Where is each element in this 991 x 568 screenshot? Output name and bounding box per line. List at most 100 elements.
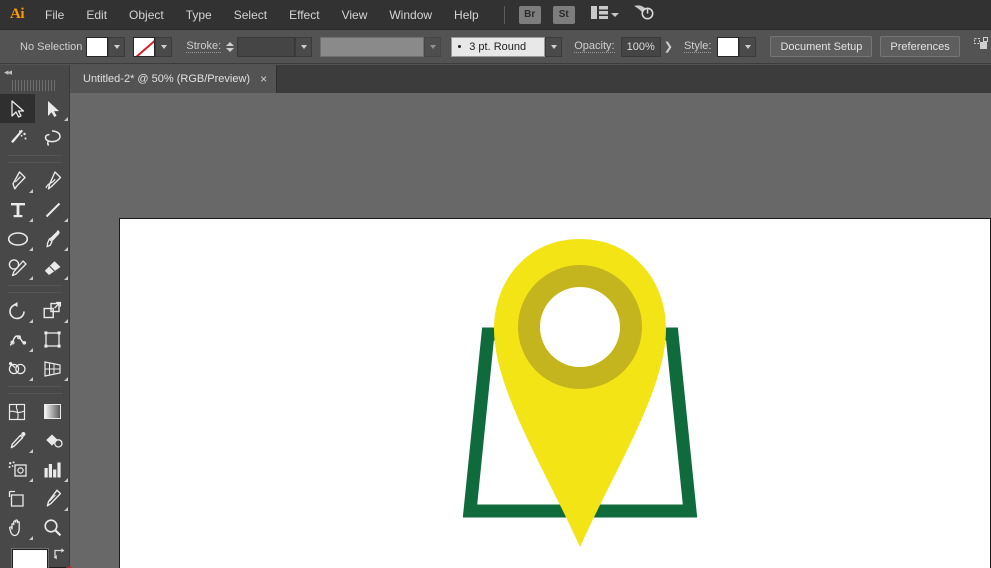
variable-width-profile-dropdown <box>424 36 442 57</box>
arrange-documents-icon <box>590 5 608 24</box>
shaper-tool[interactable] <box>0 253 35 282</box>
ellipse-tool[interactable] <box>0 224 35 253</box>
menu-item-edit[interactable]: Edit <box>75 0 118 30</box>
stroke-weight-label: Stroke: <box>186 40 222 53</box>
align-to-selection-icon <box>973 36 990 57</box>
bridge-button[interactable]: Br <box>518 5 541 24</box>
map-location-pin-illustration[interactable] <box>450 229 710 564</box>
document-tab[interactable]: Untitled-2* @ 50% (RGB/Preview) × <box>70 65 278 93</box>
artboard[interactable] <box>119 218 991 568</box>
brush-definition-field[interactable]: 3 pt. Round <box>451 36 546 57</box>
perspective-grid-tool[interactable] <box>35 354 70 383</box>
type-tool[interactable] <box>0 195 35 224</box>
menu-divider <box>503 5 505 24</box>
double-chevron-left-icon[interactable]: ◂◂ <box>4 67 12 78</box>
tool-flyout-indicator-icon <box>29 189 33 193</box>
eyedropper-tool[interactable] <box>0 426 35 455</box>
curvature-tool[interactable] <box>35 166 70 195</box>
tools-panel: ◂◂ <box>0 65 73 568</box>
swap-fill-stroke-icon[interactable] <box>52 547 66 565</box>
direct-selection-tool[interactable] <box>35 94 70 123</box>
workspace-switcher-icon <box>633 3 655 26</box>
tools-grid <box>0 94 70 542</box>
align-to-selection-button[interactable] <box>973 36 991 57</box>
arrange-documents-button[interactable] <box>590 5 619 24</box>
menu-item-effect[interactable]: Effect <box>278 0 330 30</box>
tool-flyout-indicator-icon <box>29 478 33 482</box>
menu-item-select[interactable]: Select <box>223 0 278 30</box>
column-graph-tool[interactable] <box>35 455 70 484</box>
fill-color-dropdown[interactable] <box>108 36 126 57</box>
stroke-color-swatch[interactable] <box>133 36 156 57</box>
canvas-area[interactable] <box>70 93 991 568</box>
chevron-down-icon <box>610 12 619 17</box>
app-logo-icon: Ai <box>10 6 25 22</box>
menu-item-window[interactable]: Window <box>378 0 443 30</box>
line-segment-tool[interactable] <box>35 195 70 224</box>
artboard-tool[interactable] <box>0 484 35 513</box>
tool-divider <box>8 155 62 156</box>
graphic-style-swatch[interactable] <box>717 36 740 57</box>
brush-definition-dropdown[interactable] <box>545 36 563 57</box>
zoom-tool[interactable] <box>35 513 70 542</box>
graphic-style-dropdown[interactable] <box>739 36 757 57</box>
chevron-down-icon <box>744 44 751 49</box>
free-transform-tool[interactable] <box>35 325 70 354</box>
fill-stroke-proxy <box>0 546 73 568</box>
close-icon[interactable]: × <box>260 73 267 85</box>
selection-tool[interactable] <box>0 94 35 123</box>
tool-divider <box>8 285 62 286</box>
chevron-down-icon <box>160 44 167 49</box>
stock-button[interactable]: St <box>552 5 575 24</box>
tools-panel-header[interactable]: ◂◂ <box>0 65 69 79</box>
stroke-weight-input[interactable] <box>237 36 296 57</box>
brush-definition-value: 3 pt. Round <box>469 40 527 53</box>
document-setup-button[interactable]: Document Setup <box>770 36 873 57</box>
blend-tool[interactable] <box>35 426 70 455</box>
tool-flyout-indicator-icon <box>64 377 68 381</box>
menu-item-view[interactable]: View <box>331 0 379 30</box>
style-label: Style: <box>683 40 712 53</box>
fill-color-swatch[interactable] <box>86 36 109 57</box>
tool-flyout-indicator-icon <box>29 218 33 222</box>
workspace-switcher-button[interactable] <box>633 3 655 26</box>
chevron-down-icon <box>300 44 307 49</box>
document-tab-title: Untitled-2* @ 50% (RGB/Preview) <box>83 73 251 85</box>
selection-status-label: No Selection <box>20 40 83 53</box>
tools-panel-grip[interactable] <box>12 80 57 91</box>
pen-tool[interactable] <box>0 166 35 195</box>
symbol-sprayer-tool[interactable] <box>0 455 35 484</box>
menu-item-help[interactable]: Help <box>443 0 490 30</box>
mesh-tool[interactable] <box>0 397 35 426</box>
slice-tool[interactable] <box>35 484 70 513</box>
eraser-tool[interactable] <box>35 253 70 282</box>
width-tool[interactable] <box>0 325 35 354</box>
tool-flyout-indicator-icon <box>29 247 33 251</box>
preferences-button[interactable]: Preferences <box>880 36 960 57</box>
menu-item-type[interactable]: Type <box>175 0 223 30</box>
stroke-weight-stepper[interactable] <box>226 41 235 52</box>
tool-flyout-indicator-icon <box>29 276 33 280</box>
paintbrush-tool[interactable] <box>35 224 70 253</box>
magic-wand-tool[interactable] <box>0 123 35 152</box>
fill-proxy-swatch[interactable] <box>12 549 48 568</box>
tool-divider <box>8 162 62 163</box>
document-tab-bar: Untitled-2* @ 50% (RGB/Preview) × <box>70 65 991 93</box>
opacity-input[interactable]: 100% <box>620 36 661 57</box>
tool-flyout-indicator-icon <box>64 117 68 121</box>
menu-item-object[interactable]: Object <box>118 0 175 30</box>
tool-flyout-indicator-icon <box>29 319 33 323</box>
variable-width-profile-input <box>320 36 425 57</box>
lasso-tool[interactable] <box>35 123 70 152</box>
shape-builder-tool[interactable] <box>0 354 35 383</box>
stroke-weight-dropdown[interactable] <box>295 36 313 57</box>
stroke-color-dropdown[interactable] <box>155 36 173 57</box>
tool-divider <box>8 292 62 293</box>
opacity-flyout-icon[interactable]: ❯ <box>661 40 676 53</box>
hand-tool[interactable] <box>0 513 35 542</box>
gradient-tool[interactable] <box>35 397 70 426</box>
tool-flyout-indicator-icon <box>64 247 68 251</box>
scale-tool[interactable] <box>35 296 70 325</box>
menu-item-file[interactable]: File <box>34 0 75 30</box>
rotate-tool[interactable] <box>0 296 35 325</box>
